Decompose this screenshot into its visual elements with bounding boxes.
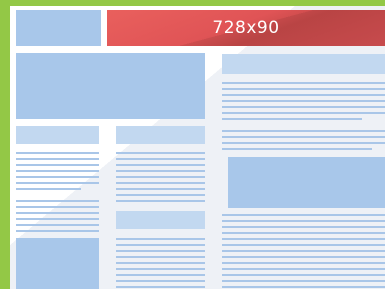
sidebar-text-line (222, 214, 385, 216)
column2-text-line (116, 274, 205, 276)
column2-text-line (116, 200, 205, 202)
column2-text-line (116, 286, 205, 288)
column1-text-line (16, 164, 99, 166)
logo-placeholder (16, 10, 101, 46)
column1-text-line (16, 224, 99, 226)
sidebar-text-line (222, 82, 385, 84)
column2-header-placeholder (116, 126, 205, 144)
sidebar-header-placeholder (222, 54, 385, 74)
wireframe-layout: 728x90 (10, 6, 385, 289)
column2-text-line (116, 164, 205, 166)
sidebar-text-line (222, 136, 385, 138)
sidebar-image-placeholder (228, 157, 385, 208)
column2-text-line (116, 250, 205, 252)
column2-text-line (116, 238, 205, 240)
column2-text-line (116, 170, 205, 172)
sidebar-text-line (222, 286, 385, 288)
ad-banner-label: 728x90 (212, 18, 280, 38)
column2-text-line (116, 280, 205, 282)
sidebar-text-line (222, 244, 385, 246)
column1-header-placeholder (16, 126, 99, 144)
column1-text-line (16, 176, 99, 178)
column1-text-line (16, 158, 99, 160)
column2-text-line (116, 158, 205, 160)
column1-text-line (16, 182, 99, 184)
sidebar-text-line (222, 88, 385, 90)
column2-text-line (116, 188, 205, 190)
sidebar-text-line (222, 142, 385, 144)
hero-image-placeholder (16, 53, 205, 119)
column1-text-line (16, 170, 99, 172)
sidebar-text-line (222, 274, 385, 276)
sidebar-text-line (222, 118, 362, 120)
column2-subheader-placeholder (116, 211, 205, 229)
column2-text-line (116, 268, 205, 270)
column2-text-line (116, 152, 205, 154)
sidebar-text-line (222, 226, 385, 228)
column2-text-line (116, 244, 205, 246)
column1-image-placeholder (16, 238, 99, 289)
column1-text-line (16, 218, 99, 220)
sidebar-text-line (222, 280, 385, 282)
column1-text-line (16, 152, 99, 154)
column2-text-line (116, 262, 205, 264)
sidebar-text-line (222, 232, 385, 234)
ad-banner-728x90[interactable]: 728x90 (107, 10, 385, 46)
sidebar-text-line (222, 130, 385, 132)
sidebar-text-line (222, 250, 385, 252)
sidebar-text-line (222, 148, 372, 150)
sidebar-text-line (222, 112, 385, 114)
sidebar-text-line (222, 106, 385, 108)
sidebar-text-line (222, 100, 385, 102)
column1-text-line (16, 206, 99, 208)
sidebar-text-line (222, 256, 385, 258)
column2-text-line (116, 182, 205, 184)
column1-text-line (16, 212, 99, 214)
sidebar-text-line (222, 268, 385, 270)
column2-text-line (116, 256, 205, 258)
sidebar-text-line (222, 94, 385, 96)
column1-text-line (16, 188, 81, 190)
column1-text-line (16, 230, 99, 232)
sidebar-text-line (222, 238, 385, 240)
column1-text-line (16, 200, 99, 202)
sidebar-text-line (222, 220, 385, 222)
sidebar-text-line (222, 262, 385, 264)
column2-text-line (116, 176, 205, 178)
column2-text-line (116, 194, 205, 196)
